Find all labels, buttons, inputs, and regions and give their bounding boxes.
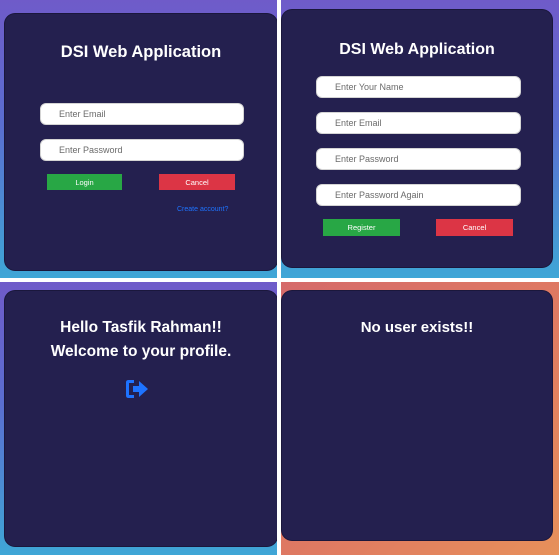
- error-panel: No user exists!!: [281, 282, 559, 555]
- login-password-input[interactable]: [40, 139, 244, 161]
- register-button[interactable]: Register: [323, 219, 400, 236]
- profile-welcome: Welcome to your profile.: [50, 343, 232, 360]
- login-panel: DSI Web Application Login Cancel Create …: [0, 0, 277, 278]
- login-email-input[interactable]: [40, 103, 244, 125]
- login-button[interactable]: Login: [47, 174, 122, 190]
- register-password-input[interactable]: [316, 148, 521, 170]
- register-name-input[interactable]: [316, 76, 521, 98]
- register-card: DSI Web Application Register Cancel: [282, 10, 552, 267]
- login-card: DSI Web Application Login Cancel Create …: [5, 14, 277, 270]
- login-app-title: DSI Web Application: [60, 43, 222, 61]
- no-user-message: No user exists!!: [360, 319, 474, 336]
- error-card: No user exists!!: [282, 291, 552, 540]
- profile-panel: Hello Tasfik Rahman!! Welcome to your pr…: [0, 282, 277, 555]
- register-app-title: DSI Web Application: [339, 41, 495, 58]
- register-email-input[interactable]: [316, 112, 521, 134]
- profile-greeting: Hello Tasfik Rahman!!: [60, 319, 222, 336]
- register-panel: DSI Web Application Register Cancel: [281, 0, 559, 278]
- register-password-again-input[interactable]: [316, 184, 521, 206]
- login-cancel-button[interactable]: Cancel: [159, 174, 235, 190]
- create-account-link[interactable]: Create account?: [177, 206, 228, 213]
- register-cancel-button[interactable]: Cancel: [436, 219, 513, 236]
- sign-out-icon[interactable]: [125, 378, 149, 400]
- profile-card: Hello Tasfik Rahman!! Welcome to your pr…: [5, 291, 277, 546]
